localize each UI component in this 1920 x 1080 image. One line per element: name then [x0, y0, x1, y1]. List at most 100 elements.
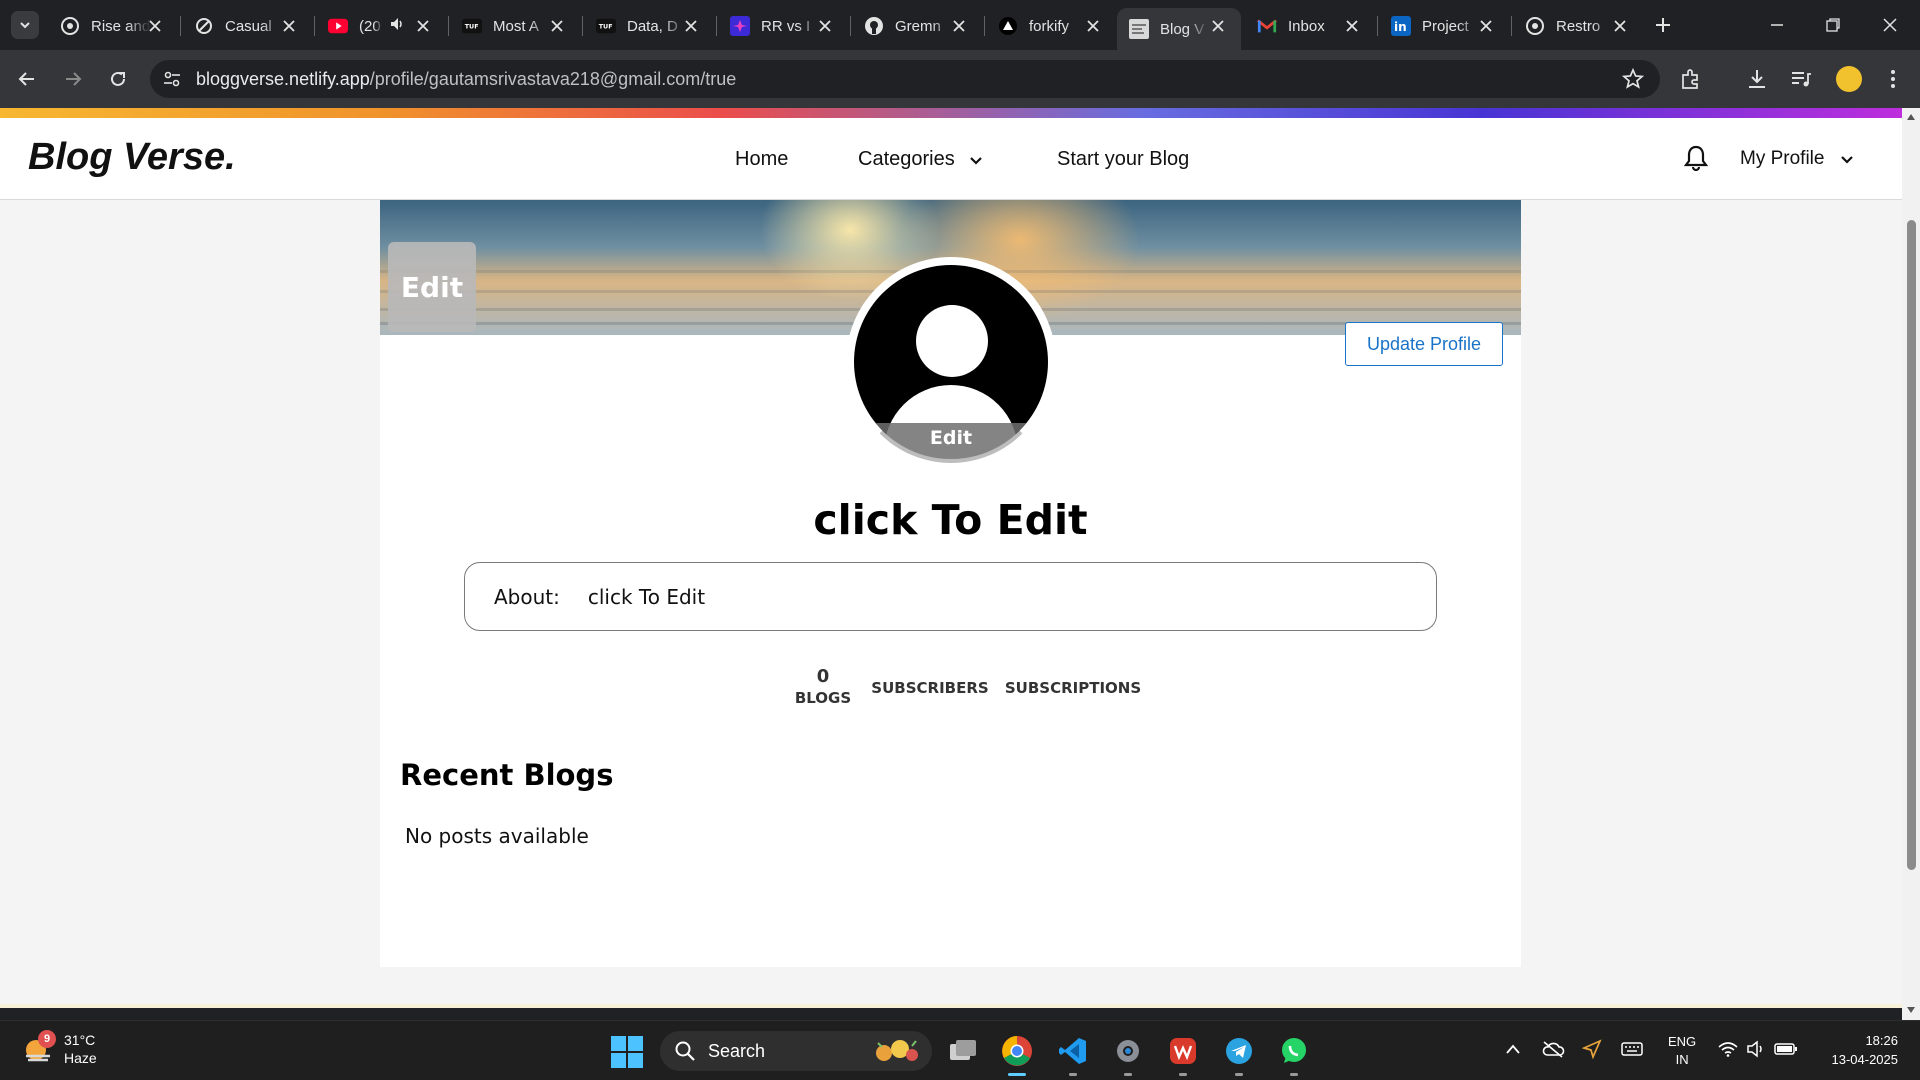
speaker-icon[interactable] — [389, 16, 405, 36]
media-control-button[interactable] — [1788, 66, 1814, 92]
close-window-button[interactable] — [1875, 10, 1905, 40]
wifi-icon — [1718, 1042, 1738, 1057]
restore-button[interactable] — [1818, 10, 1848, 40]
stat-subscriptions[interactable]: SUBSCRIPTIONS — [998, 677, 1148, 697]
restore-icon — [1826, 18, 1840, 32]
url-text[interactable]: bloggverse.netlify.app/profile/gautamsri… — [196, 69, 736, 90]
bookmark-star-icon[interactable] — [1622, 68, 1644, 90]
cover-edit-button[interactable]: Edit — [388, 242, 476, 332]
notification-badge: 9 — [38, 1030, 56, 1048]
about-field[interactable]: About: click To Edit — [464, 562, 1437, 631]
nav-home-label: Home — [735, 148, 789, 170]
avatar[interactable]: Edit — [854, 265, 1048, 459]
avatar-edit-button[interactable]: Edit — [854, 423, 1048, 459]
extensions-button[interactable] — [1678, 66, 1704, 92]
browser-profile-avatar[interactable] — [1836, 66, 1862, 92]
tray-wifi[interactable] — [1716, 1037, 1740, 1061]
tab-title: Gremn — [895, 17, 941, 35]
tab-divider — [1511, 16, 1512, 36]
stat-blogs[interactable]: 0 BLOGS — [773, 666, 873, 707]
weather-widget[interactable]: 9 31°C Haze — [22, 1030, 97, 1067]
tab-3[interactable]: TUF Most A — [450, 8, 580, 44]
tuf-icon: TUF — [462, 16, 482, 36]
tab-divider — [984, 16, 985, 36]
tab-10[interactable]: in Project — [1379, 8, 1509, 44]
taskbar-whatsapp[interactable] — [1277, 1034, 1311, 1076]
tab-8-active[interactable]: Blog V — [1117, 8, 1241, 50]
address-bar[interactable]: bloggverse.netlify.app/profile/gautamsri… — [150, 60, 1660, 98]
nav-start-blog[interactable]: Start your Blog — [1057, 148, 1189, 171]
browser-menu-button[interactable] — [1880, 66, 1906, 92]
taskbar-vscode[interactable] — [1056, 1034, 1090, 1076]
close-icon[interactable] — [548, 17, 566, 35]
tray-location[interactable] — [1580, 1037, 1604, 1061]
tab-0[interactable]: Rise and — [48, 8, 178, 44]
scrollbar-thumb[interactable] — [1907, 220, 1916, 870]
close-icon[interactable] — [1477, 17, 1495, 35]
scroll-down-icon[interactable] — [1906, 1005, 1916, 1015]
close-icon[interactable] — [950, 17, 968, 35]
tab-6[interactable]: Gremn — [852, 8, 982, 44]
gmail-icon — [1257, 16, 1277, 36]
taskbar-telegram[interactable] — [1222, 1034, 1256, 1076]
taskbar-search[interactable]: Search — [660, 1031, 932, 1071]
nav-categories[interactable]: Categories — [858, 148, 983, 171]
scrollbar[interactable] — [1902, 108, 1920, 1020]
minimize-button[interactable] — [1762, 10, 1792, 40]
tab-11[interactable]: Restro — [1513, 8, 1643, 44]
running-indicator — [1290, 1073, 1298, 1076]
system-clock[interactable]: 18:26 13-04-2025 — [1812, 1031, 1899, 1069]
tab-2[interactable]: (20 — [316, 8, 446, 44]
tab-divider — [1377, 16, 1378, 36]
running-indicator — [1235, 1073, 1243, 1076]
tab-4[interactable]: TUF Data, D — [584, 8, 714, 44]
forward-button[interactable] — [58, 64, 88, 94]
close-icon[interactable] — [414, 17, 432, 35]
site-settings-icon[interactable] — [162, 69, 182, 89]
tab-title: Blog V — [1160, 20, 1205, 38]
task-view-button[interactable] — [946, 1034, 980, 1068]
tray-keyboard[interactable] — [1620, 1037, 1644, 1061]
tray-onedrive[interactable] — [1541, 1037, 1565, 1061]
tab-search-button[interactable] — [11, 11, 39, 39]
bell-icon[interactable] — [1683, 144, 1709, 172]
my-profile-menu[interactable]: My Profile — [1740, 148, 1854, 170]
taskbar-chrome[interactable] — [1000, 1034, 1034, 1076]
taskbar-wps-office[interactable] — [1166, 1034, 1200, 1076]
taskbar-settings[interactable] — [1111, 1034, 1145, 1076]
tray-battery[interactable] — [1774, 1037, 1798, 1061]
new-tab-button[interactable] — [1650, 12, 1676, 38]
site-logo[interactable]: Blog Verse. — [28, 136, 236, 179]
close-icon[interactable] — [280, 17, 298, 35]
tab-5[interactable]: RR vs I — [718, 8, 848, 44]
nav-home[interactable]: Home — [735, 148, 788, 171]
reload-button[interactable] — [103, 64, 133, 94]
downloads-button[interactable] — [1744, 66, 1770, 92]
whatsapp-icon — [1282, 1038, 1306, 1063]
scroll-up-icon[interactable] — [1906, 112, 1916, 122]
close-icon[interactable] — [1084, 17, 1102, 35]
tab-7[interactable]: forkify — [986, 8, 1116, 44]
language-indicator[interactable]: ENG IN — [1668, 1033, 1696, 1069]
close-icon[interactable] — [816, 17, 834, 35]
close-icon[interactable] — [1209, 17, 1227, 35]
about-value[interactable]: click To Edit — [588, 585, 705, 609]
openai-icon — [60, 16, 80, 36]
close-icon[interactable] — [146, 17, 164, 35]
update-profile-button[interactable]: Update Profile — [1345, 322, 1503, 366]
profile-name[interactable]: click To Edit — [380, 496, 1521, 544]
site-header: Blog Verse. Home Categories Start your B… — [0, 118, 1902, 200]
tray-volume[interactable] — [1744, 1037, 1768, 1061]
stat-subscribers[interactable]: SUBSCRIBERS — [865, 677, 995, 697]
tab-1[interactable]: Casual — [182, 8, 312, 44]
close-icon[interactable] — [682, 17, 700, 35]
tab-9[interactable]: Inbox — [1245, 8, 1375, 44]
back-button[interactable] — [12, 64, 42, 94]
close-icon[interactable] — [1611, 17, 1629, 35]
tray-overflow-button[interactable] — [1501, 1037, 1525, 1061]
close-icon[interactable] — [1343, 17, 1361, 35]
taskbar: 9 31°C Haze Search ENG IN 18:26 13-04-20… — [0, 1020, 1920, 1080]
start-button[interactable] — [611, 1036, 643, 1068]
youtube-icon — [328, 16, 348, 36]
chevron-up-icon — [1506, 1044, 1520, 1054]
